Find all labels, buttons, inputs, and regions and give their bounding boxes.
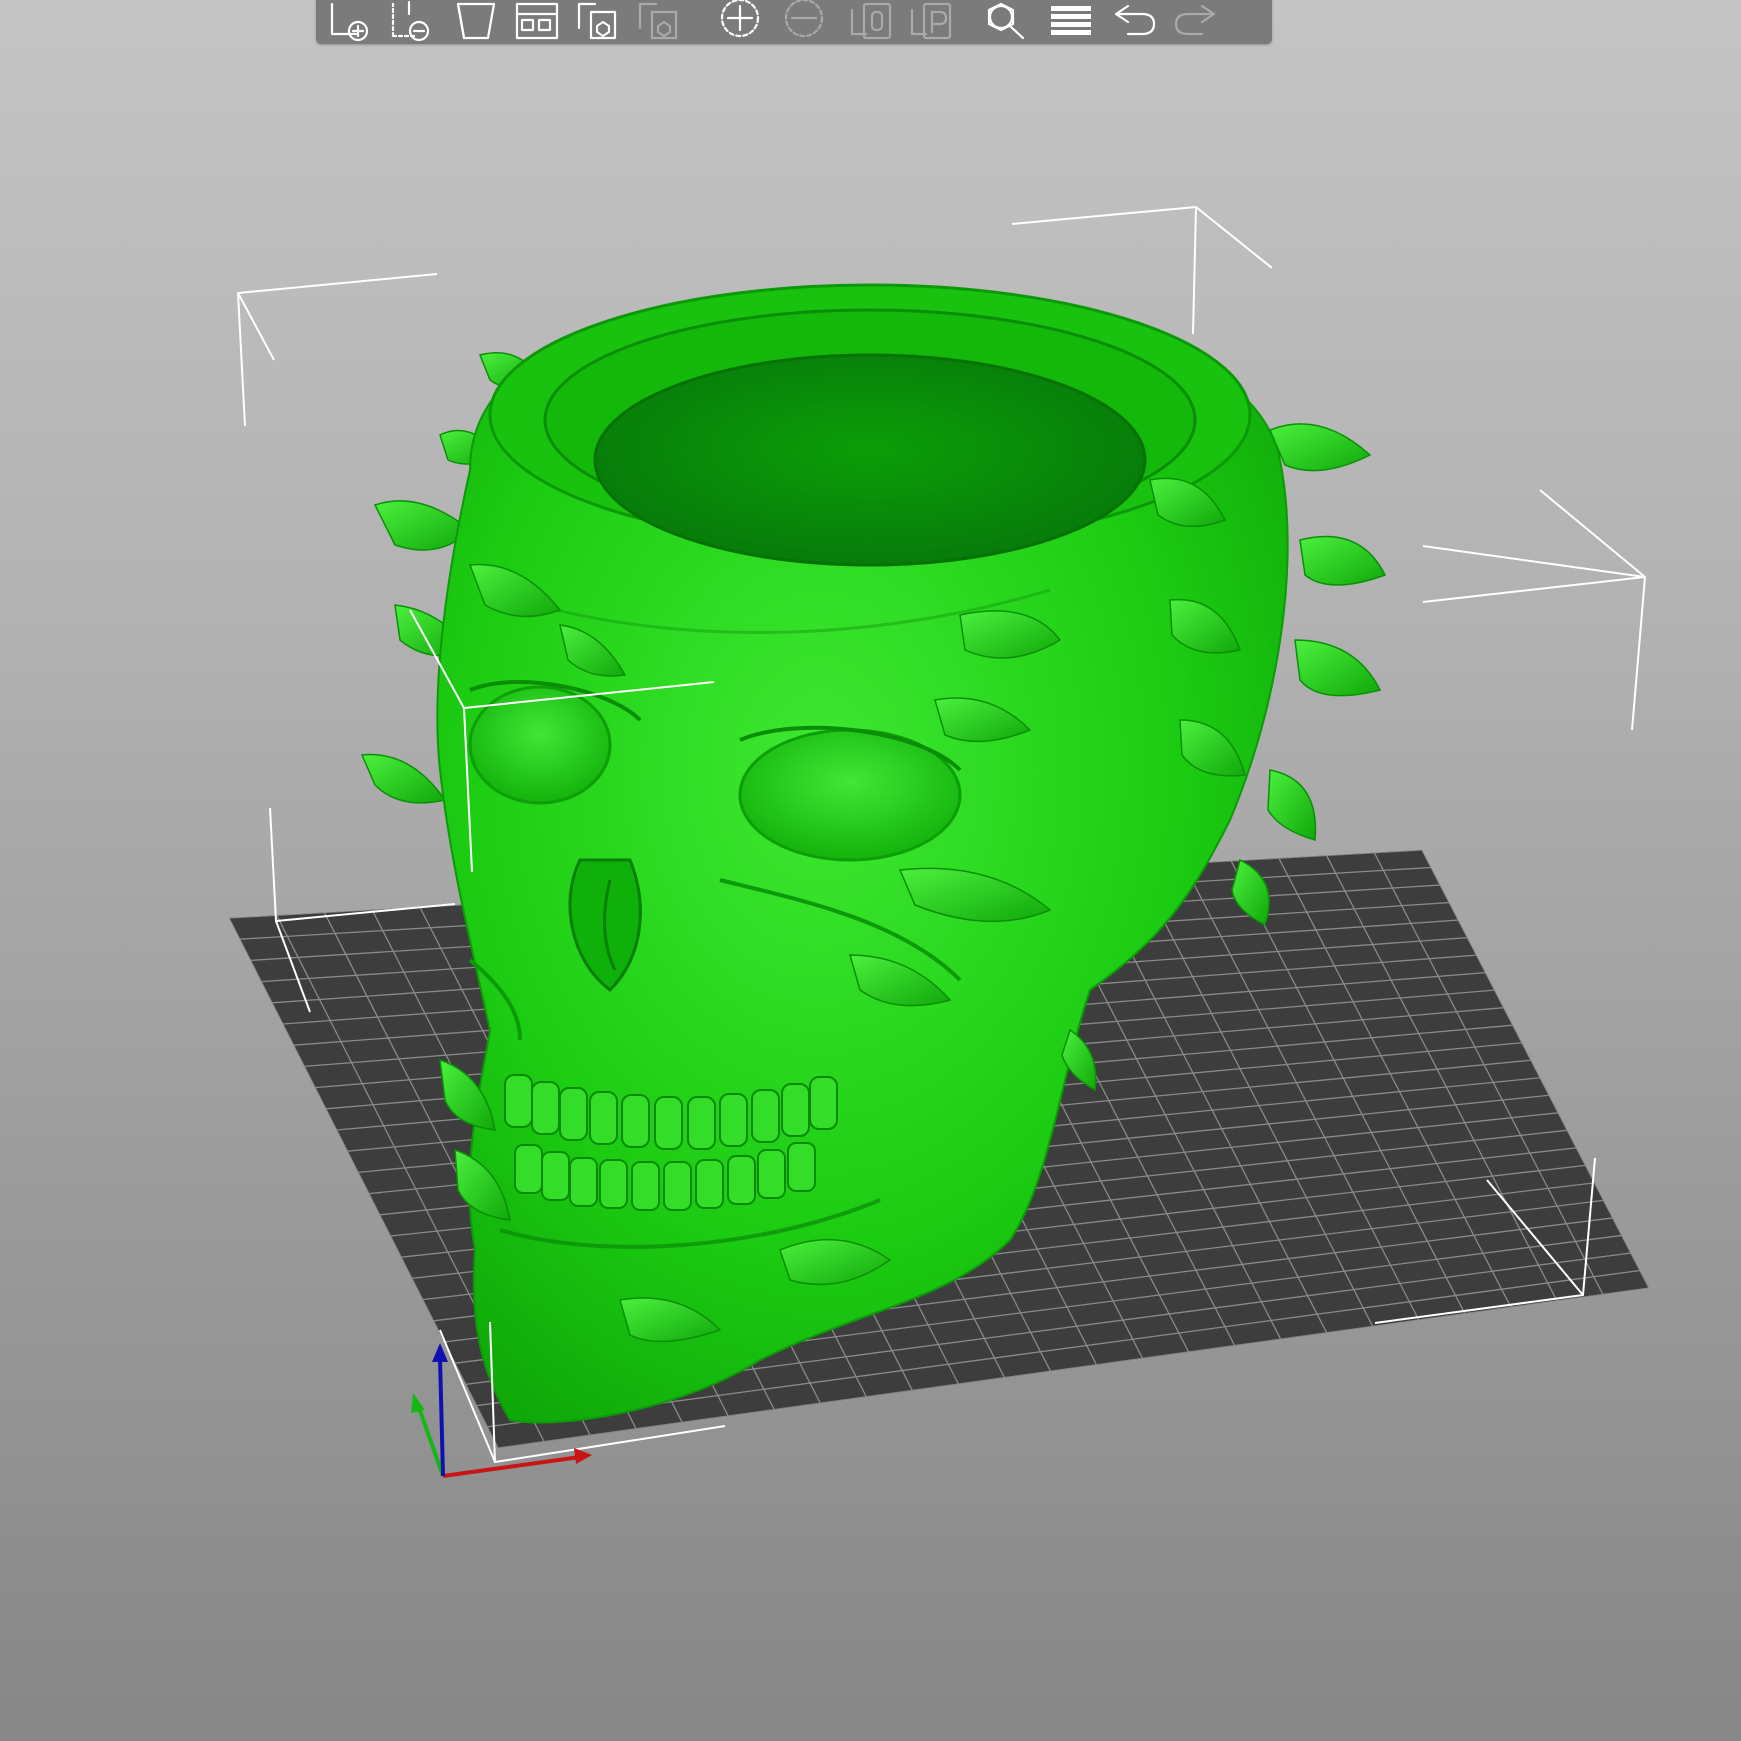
tooth — [569, 1157, 598, 1207]
tooth — [589, 1091, 618, 1145]
y-axis — [416, 1404, 445, 1477]
redo-icon — [1174, 4, 1216, 36]
undo-button[interactable] — [1106, 0, 1162, 40]
remove-instance-icon — [784, 0, 824, 38]
paste-icon — [638, 2, 678, 40]
tooth — [531, 1081, 560, 1135]
add-object-icon — [330, 2, 369, 42]
tooth — [687, 1096, 716, 1150]
delete-all-icon — [456, 2, 496, 40]
y-axis-arrow — [411, 1393, 425, 1413]
tooth — [663, 1161, 692, 1211]
delete-all-button[interactable] — [448, 0, 504, 40]
arrange-icon — [515, 2, 559, 40]
tooth — [514, 1144, 543, 1194]
tooth — [621, 1094, 650, 1148]
tooth — [504, 1074, 533, 1128]
tooth — [727, 1155, 756, 1205]
split-to-parts-icon — [910, 2, 952, 40]
tooth — [751, 1089, 780, 1143]
tooth — [695, 1159, 724, 1209]
undo-icon — [1114, 4, 1156, 36]
split-to-objects-icon — [850, 2, 892, 40]
copy-button[interactable] — [571, 0, 627, 40]
layers-editing-icon — [1051, 6, 1091, 35]
arrange-button[interactable] — [509, 0, 565, 40]
paste-button — [632, 0, 688, 40]
tooth — [781, 1083, 810, 1137]
tooth — [654, 1096, 683, 1150]
tooth — [541, 1151, 570, 1201]
3d-scene[interactable] — [0, 0, 1741, 1741]
tooth — [631, 1161, 660, 1211]
3d-viewport[interactable] — [0, 0, 1741, 1741]
add-instance-button[interactable] — [712, 0, 768, 40]
remove-instance-button — [776, 0, 832, 40]
split-to-parts-button — [906, 0, 962, 40]
tooth — [559, 1087, 588, 1141]
tooth — [599, 1159, 628, 1209]
tooth — [757, 1149, 786, 1199]
x-axis-arrow — [574, 1448, 592, 1464]
tooth — [719, 1093, 748, 1147]
layers-editing-button[interactable] — [1043, 0, 1099, 40]
redo-button — [1168, 0, 1224, 40]
main-toolbar — [316, 0, 1272, 44]
copy-icon — [577, 2, 617, 40]
tooth — [809, 1076, 838, 1130]
z-axis — [438, 1357, 445, 1477]
add-instance-icon — [720, 0, 760, 38]
delete-object-icon — [391, 0, 430, 42]
delete-object-button[interactable] — [387, 0, 443, 42]
add-object-button[interactable] — [324, 0, 380, 42]
split-to-objects-button — [846, 0, 902, 40]
tooth — [787, 1142, 816, 1192]
search-button[interactable] — [979, 0, 1035, 40]
search-icon — [987, 2, 1025, 40]
